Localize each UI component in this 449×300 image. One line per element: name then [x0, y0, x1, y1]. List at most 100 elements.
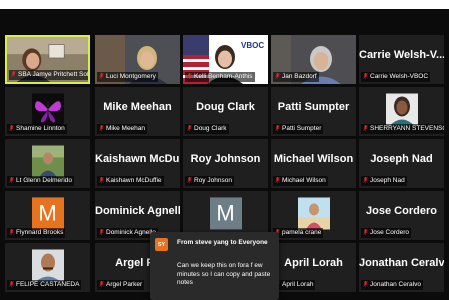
- mic-muted-icon: [363, 125, 370, 132]
- participant-tile[interactable]: Patti Sumpter Patti Sumpter: [271, 87, 356, 136]
- participant-tile[interactable]: Jan Bazdorf: [271, 35, 356, 84]
- initial-avatar: M: [31, 196, 64, 229]
- participant-tile[interactable]: Joseph Nad Joseph Nad: [359, 139, 444, 188]
- participant-name: Doug Clark: [194, 125, 227, 132]
- butterfly-avatar: [31, 92, 64, 125]
- participant-name-label: Doug Clark: [185, 124, 229, 134]
- participant-name-label: Flynnard Brooks: [7, 228, 66, 238]
- participant-name-label: Kelli Benham-Anthis: [185, 72, 255, 82]
- participant-tile[interactable]: FELIPE CASTANEDA: [5, 243, 90, 292]
- participant-display-name: Patti Sumpter: [277, 100, 350, 113]
- mic-muted-icon: [9, 229, 16, 236]
- mic-muted-icon: [363, 229, 370, 236]
- participant-name: Jose Cordero: [370, 229, 410, 236]
- mic-muted-icon: [99, 73, 106, 80]
- participant-tile[interactable]: M Flynnard Brooks: [5, 191, 90, 240]
- mic-muted-icon: [363, 177, 370, 184]
- participant-name: Kaishawn McDuffie: [106, 177, 162, 184]
- participant-tile[interactable]: Jose Cordero Jose Cordero: [359, 191, 444, 240]
- participant-name-label: Mike Meehan: [97, 124, 148, 134]
- mic-muted-icon: [99, 177, 106, 184]
- participant-tile[interactable]: Luci Montgomery: [95, 35, 180, 84]
- mic-muted-icon: [363, 73, 370, 80]
- participant-tile[interactable]: SBA Jamye Pritchett Solor: [5, 35, 90, 84]
- participant-name-label: Luci Montgomery: [97, 72, 158, 82]
- profile-photo: [385, 92, 418, 125]
- participant-name: pamela crane: [282, 229, 322, 236]
- participant-display-name: Joseph Nad: [370, 152, 433, 165]
- participant-name: Jonathan Ceralvo: [370, 281, 421, 288]
- participant-tile[interactable]: Shamine Linnton: [5, 87, 90, 136]
- participant-display-name: Carrie Welsh-V...: [359, 48, 444, 61]
- profile-photo: [31, 248, 64, 281]
- participant-name-label: Roy Johnson: [185, 176, 234, 186]
- participant-name-label: FELIPE CASTANEDA: [7, 280, 82, 290]
- profile-photo: [31, 144, 64, 177]
- chat-message: Can we keep this on fora f ew minutes so…: [177, 262, 271, 286]
- participant-tile[interactable]: Jonathan Ceralvo Jonathan Ceralvo: [359, 243, 444, 292]
- mic-muted-icon: [363, 281, 370, 288]
- participant-tile[interactable]: Roy Johnson Roy Johnson: [183, 139, 268, 188]
- participant-name-label: April Lorah: [273, 280, 316, 290]
- participant-name-label: Jan Bazdorf: [273, 72, 319, 82]
- participant-name-label: Kaishawn McDuffie: [97, 176, 164, 186]
- participant-name: Carrie Welsh-VBOC: [370, 73, 429, 80]
- mic-muted-icon: [9, 177, 16, 184]
- participant-tile[interactable]: SHERRYANN STEVENSON: [359, 87, 444, 136]
- participant-name-label: SBA Jamye Pritchett Solor: [9, 70, 88, 80]
- participant-display-name: Jonathan Ceralvo: [359, 256, 444, 269]
- mic-muted-icon: [187, 73, 194, 80]
- participant-tile[interactable]: Michael Wilson Michael Wilson: [271, 139, 356, 188]
- participant-name: Mike Meehan: [106, 125, 146, 132]
- participant-name-label: Lt Glenn Delmerido: [7, 176, 74, 186]
- participant-name: Joseph Nad: [370, 177, 405, 184]
- participant-tile[interactable]: Lt Glenn Delmerido: [5, 139, 90, 188]
- participant-name: Michael Wilson: [282, 177, 326, 184]
- participant-name: Flynnard Brooks: [16, 229, 64, 236]
- participant-name: Lt Glenn Delmerido: [16, 177, 72, 184]
- participant-tile[interactable]: VBOC Kelli Benham-Anthis: [183, 35, 268, 84]
- participant-display-name: Kaishawn McDu...: [95, 152, 180, 165]
- participant-name-label: Argel Parker: [97, 280, 145, 290]
- mic-muted-icon: [99, 281, 106, 288]
- participant-display-name: Roy Johnson: [190, 152, 261, 165]
- participant-tile[interactable]: Doug Clark Doug Clark: [183, 87, 268, 136]
- mic-muted-icon: [187, 125, 194, 132]
- mic-muted-icon: [187, 177, 194, 184]
- participant-name: FELIPE CASTANEDA: [16, 281, 80, 288]
- participant-tile[interactable]: Kaishawn McDu... Kaishawn McDuffie: [95, 139, 180, 188]
- participant-name: Kelli Benham-Anthis: [194, 73, 253, 80]
- mic-muted-icon: [275, 73, 282, 80]
- participant-tile[interactable]: Carrie Welsh-V... Carrie Welsh-VBOC: [359, 35, 444, 84]
- participant-tile[interactable]: April Lorah April Lorah: [271, 243, 356, 292]
- svg-text:VBOC: VBOC: [241, 41, 264, 50]
- participant-name-label: Carrie Welsh-VBOC: [361, 72, 431, 82]
- participant-name-label: Joseph Nad: [361, 176, 407, 186]
- participant-name-label: pamela crane: [273, 228, 324, 238]
- chat-notification[interactable]: SY From steve yang to Everyone Can we ke…: [150, 232, 279, 300]
- participant-name: Patti Sumpter: [282, 125, 322, 132]
- chat-header: From steve yang to Everyone: [177, 239, 268, 246]
- participant-name: Argel Parker: [106, 281, 143, 288]
- participant-name: Luci Montgomery: [106, 73, 156, 80]
- participant-name-label: Jonathan Ceralvo: [361, 280, 423, 290]
- mic-muted-icon: [9, 125, 16, 132]
- participant-name-label: SHERRYANN STEVENSON: [361, 124, 444, 134]
- initial-avatar: M: [209, 196, 242, 229]
- profile-photo: [297, 196, 330, 229]
- mic-muted-icon: [9, 281, 16, 288]
- participant-tile[interactable]: pamela crane: [271, 191, 356, 240]
- participant-name-label: Shamine Linnton: [7, 124, 67, 134]
- participant-name-label: Dominick Agnello: [97, 228, 158, 238]
- participant-display-name: Jose Cordero: [366, 204, 437, 217]
- participant-tile[interactable]: Mike Meehan Mike Meehan: [95, 87, 180, 136]
- participant-name-label: Michael Wilson: [273, 176, 328, 186]
- participant-name-label: Jose Cordero: [361, 228, 412, 238]
- participant-display-name: Doug Clark: [196, 100, 255, 113]
- participant-display-name: Mike Meehan: [103, 100, 172, 113]
- participant-name-label: Patti Sumpter: [273, 124, 324, 134]
- participant-name: Jan Bazdorf: [282, 73, 317, 80]
- participant-name: SHERRYANN STEVENSON: [370, 125, 444, 132]
- participant-display-name: Michael Wilson: [273, 152, 354, 165]
- participant-display-name: Dominick Agnello: [95, 204, 180, 217]
